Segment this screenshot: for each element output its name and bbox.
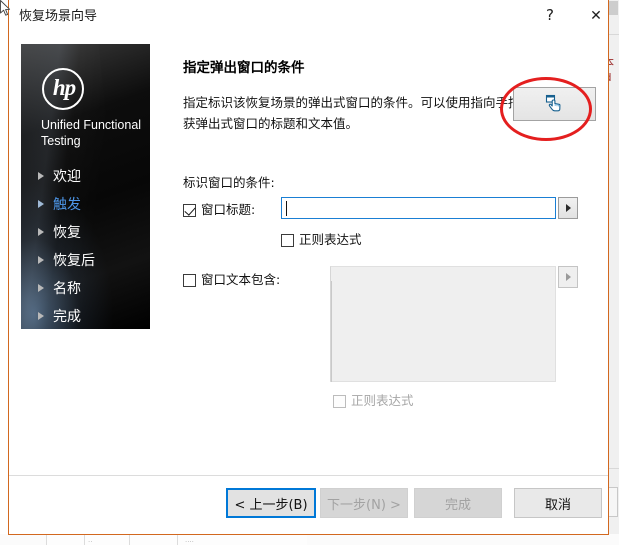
chevron-right-icon: [38, 284, 44, 292]
wizard-sidebar: hp Unified Functional Testing 欢迎 触发 恢复 恢…: [21, 44, 150, 329]
sidebar-item-label: 欢迎: [53, 169, 81, 185]
close-button[interactable]: ✕: [573, 0, 619, 31]
window-text-dropdown-button[interactable]: [558, 266, 578, 288]
window-text-regex-checkbox[interactable]: 正则表达式: [333, 393, 414, 409]
window-title-checkbox[interactable]: 窗口标题:: [183, 202, 255, 218]
chevron-right-icon: [38, 256, 44, 264]
window-title-input[interactable]: [281, 197, 556, 219]
pointing-hand-icon: [545, 94, 560, 112]
dialog-titlebar: 恢复场景向导 ? ✕: [9, 0, 608, 35]
mouse-cursor-icon: [0, 0, 11, 16]
window-title-row: 窗口标题:: [183, 202, 255, 222]
window-text-checkbox[interactable]: 窗口文本包含:: [183, 272, 280, 288]
dialog-title: 恢复场景向导: [19, 9, 98, 24]
sidebar-item-finish[interactable]: 完成: [35, 302, 147, 329]
sidebar-item-label: 触发: [53, 197, 81, 213]
conditions-label: 标识窗口的条件:: [183, 175, 275, 190]
text-caret: [286, 201, 287, 216]
recovery-scenario-wizard-dialog: 恢复场景向导 ? ✕ hp Unified Functional Testing…: [8, 0, 609, 535]
finish-button[interactable]: 完成: [414, 488, 502, 518]
background-status-cell: [129, 534, 177, 545]
dialog-footer: < 上一步(B) 下一步(N) > 完成 取消: [9, 488, 608, 528]
page-description: 指定标识该恢复场景的弹出式窗口的条件。可以使用指向手捕获弹出式窗口的标题和文本值…: [183, 95, 521, 131]
chevron-right-icon: [38, 200, 44, 208]
checkbox-box-icon: [333, 394, 346, 408]
sidebar-item-recovery[interactable]: 恢复: [35, 218, 147, 246]
textarea-inner-rule: [331, 281, 332, 382]
hp-logo-icon: hp: [42, 68, 84, 110]
page-title: 指定弹出窗口的条件: [183, 60, 305, 76]
window-title-regex-row: 正则表达式: [281, 232, 362, 252]
sidebar-item-trigger[interactable]: 触发: [35, 190, 147, 218]
help-button[interactable]: ?: [527, 0, 573, 31]
sidebar-item-name[interactable]: 名称: [35, 274, 147, 302]
window-title-regex-label: 正则表达式: [299, 232, 362, 247]
chevron-right-icon: [38, 312, 44, 320]
window-title-dropdown-button[interactable]: [558, 197, 578, 219]
sidebar-item-label: 恢复: [53, 225, 81, 241]
checkbox-box-icon: [281, 233, 294, 247]
product-name: Unified Functional Testing: [41, 118, 142, 148]
window-text-row: 窗口文本包含:: [183, 272, 280, 292]
window-text-regex-row: 正则表达式: [333, 393, 414, 413]
chevron-right-icon: [38, 172, 44, 180]
pointing-hand-button[interactable]: [513, 87, 596, 121]
footer-divider: [9, 475, 608, 476]
checkbox-box-icon: [183, 273, 196, 287]
wizard-step-nav: 欢迎 触发 恢复 恢复后 名称 完成: [35, 162, 147, 329]
next-button[interactable]: 下一步(N) >: [320, 488, 408, 518]
back-button[interactable]: < 上一步(B): [226, 488, 316, 518]
checkbox-box-icon: [183, 203, 196, 217]
cancel-button[interactable]: 取消: [514, 488, 602, 518]
sidebar-item-label: 完成: [53, 309, 81, 325]
sidebar-item-label: 恢复后: [53, 253, 95, 269]
sidebar-item-label: 名称: [53, 281, 81, 297]
triangle-right-icon: [565, 273, 571, 281]
sidebar-item-post-recovery[interactable]: 恢复后: [35, 246, 147, 274]
hp-logo-text: hp: [52, 75, 76, 100]
window-text-checkbox-label: 窗口文本包含:: [201, 272, 281, 287]
window-text-regex-label: 正则表达式: [351, 393, 414, 408]
window-title-regex-checkbox[interactable]: 正则表达式: [281, 232, 362, 248]
background-status-cell: [46, 534, 84, 545]
sidebar-item-welcome[interactable]: 欢迎: [35, 162, 147, 190]
window-text-textarea[interactable]: [330, 266, 556, 382]
triangle-right-icon: [565, 204, 571, 212]
chevron-right-icon: [38, 228, 44, 236]
window-title-checkbox-label: 窗口标题:: [201, 202, 256, 217]
